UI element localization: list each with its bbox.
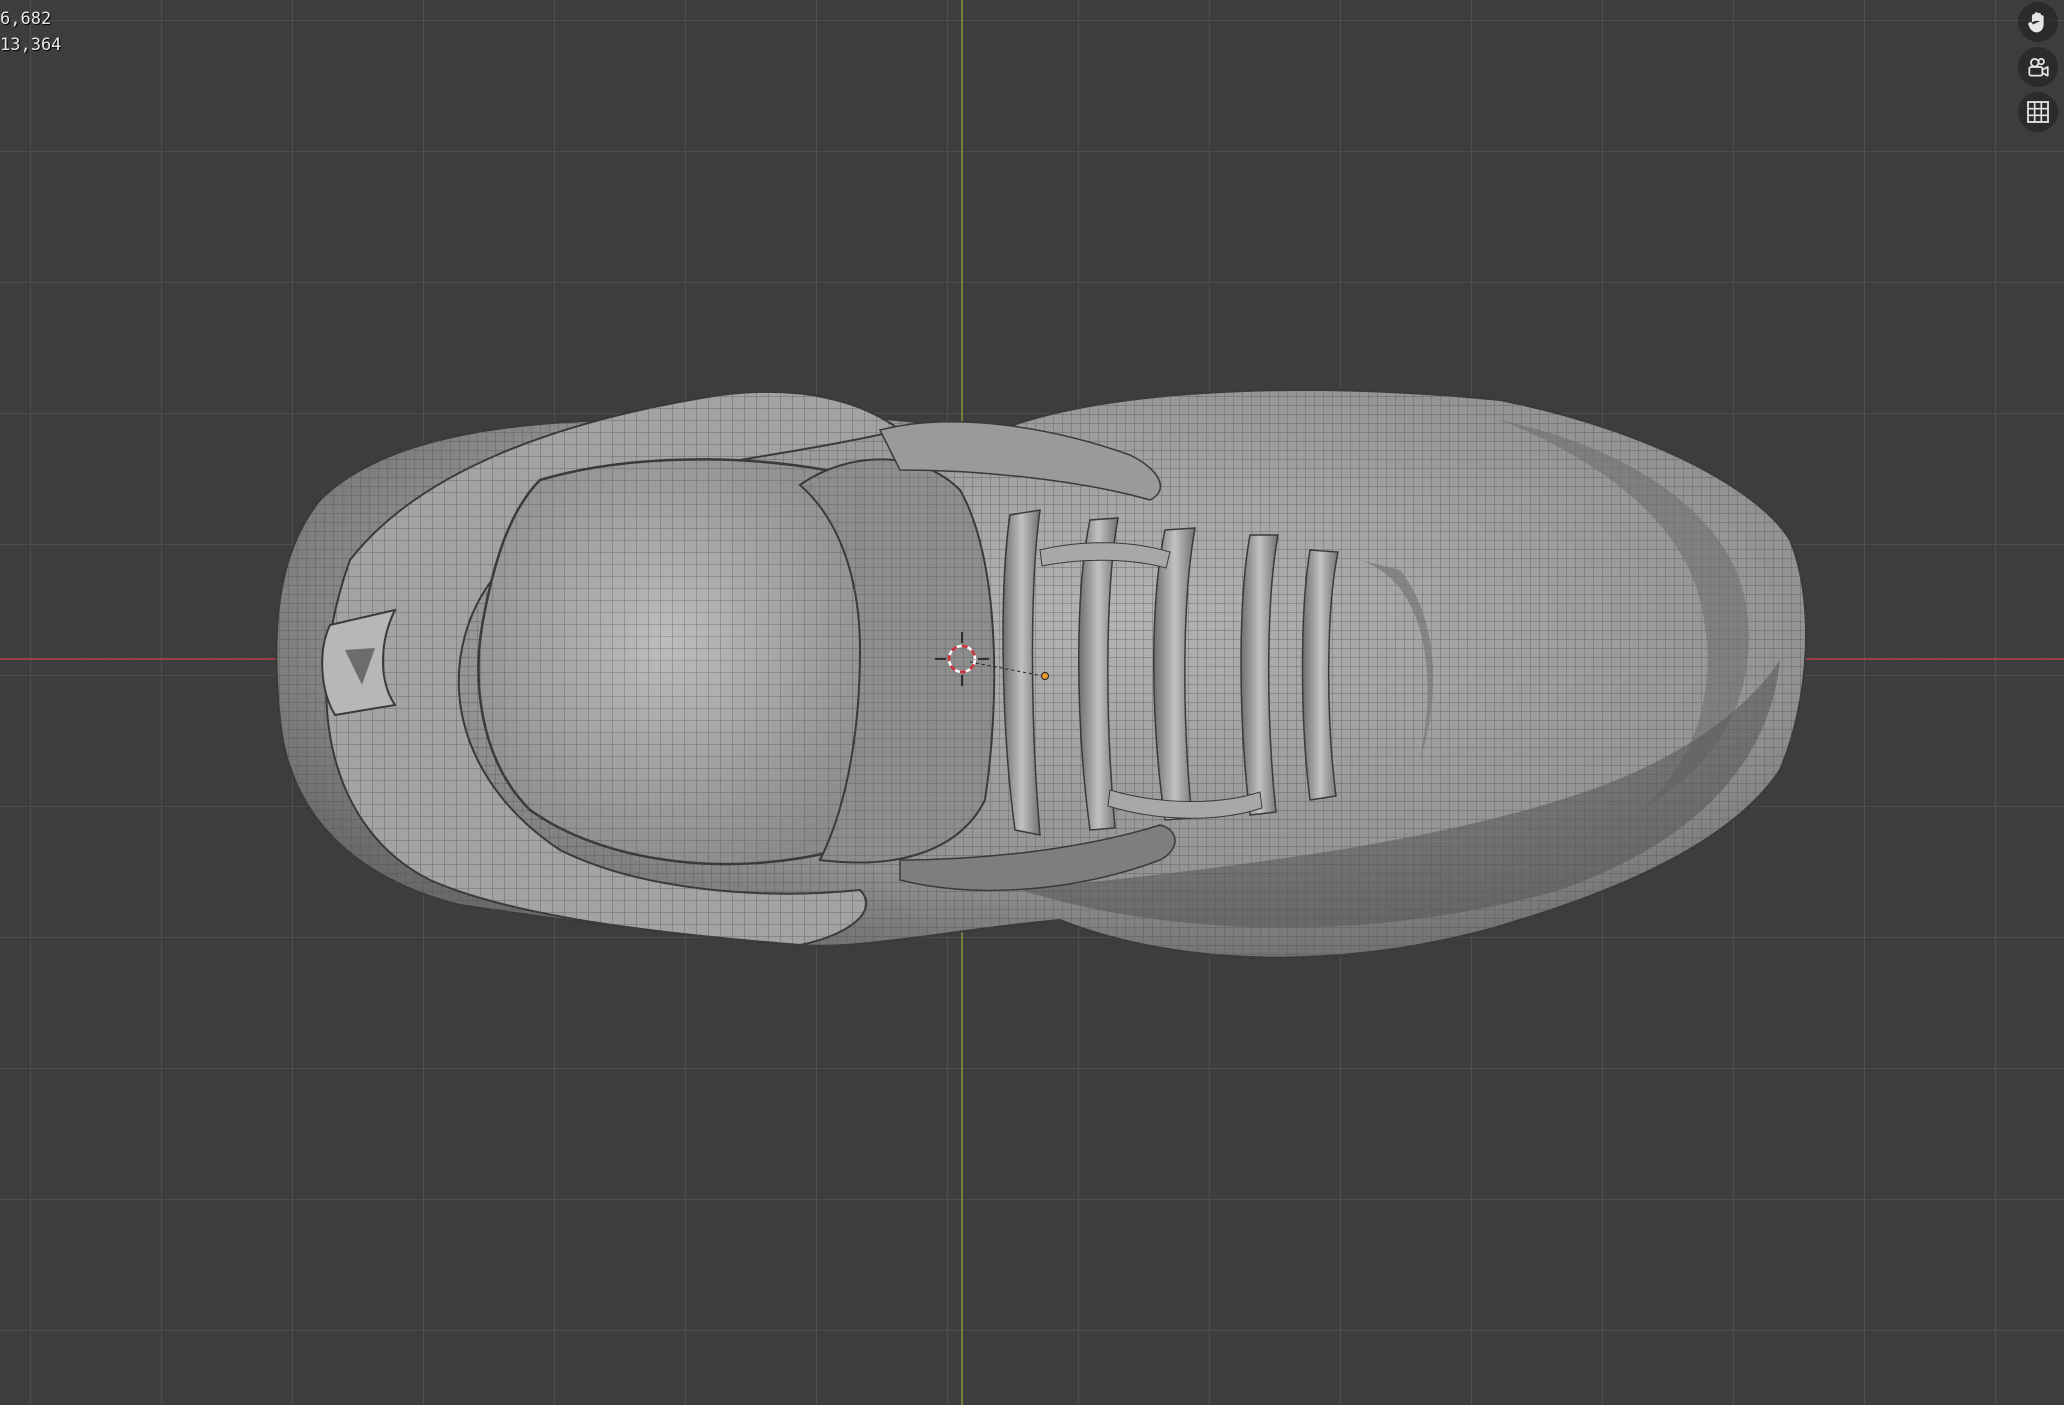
shoe-mesh <box>275 389 1808 959</box>
toggle-orthographic-button[interactable] <box>2018 92 2058 132</box>
pan-view-button[interactable] <box>2018 2 2058 42</box>
stats-line-2: 13,364 <box>0 35 62 55</box>
viewport-scene <box>0 0 2064 1405</box>
3d-viewport[interactable]: 6,682 13,364 <box>0 0 2064 1405</box>
hand-icon <box>2028 12 2044 33</box>
camera-view-button[interactable] <box>2018 47 2058 87</box>
stats-line-1: 6,682 <box>0 9 52 29</box>
grid-icon <box>2027 101 2049 123</box>
object-origin <box>1041 672 1049 680</box>
camera-icon <box>2028 58 2049 77</box>
